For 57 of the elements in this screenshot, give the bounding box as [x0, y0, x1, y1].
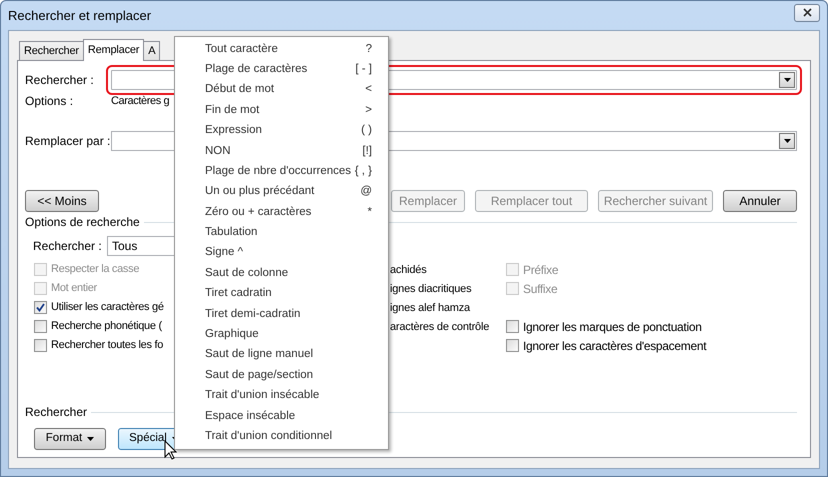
- dropdown-button[interactable]: [779, 133, 795, 149]
- caret-icon: [87, 437, 94, 441]
- checkbox-label: Ignorer les marques de ponctuation: [523, 318, 702, 336]
- menu-item[interactable]: Plage de nbre d'occurrences { , }: [175, 161, 388, 182]
- menu-item[interactable]: Zéro ou + caractères *: [175, 202, 388, 223]
- button[interactable]: Format: [34, 428, 106, 450]
- option-label: ignes diacritiques: [390, 283, 472, 296]
- menu-item[interactable]: NON [!]: [175, 140, 388, 162]
- menu-item[interactable]: Tout caractère ?: [175, 39, 388, 60]
- options-value: Caractères g: [111, 94, 170, 109]
- menu-item[interactable]: Saut de page/section: [175, 365, 388, 386]
- caret-icon: [784, 78, 790, 82]
- tab[interactable]: Rechercher: [19, 41, 84, 60]
- field-label: Options :: [25, 93, 74, 110]
- checkbox-label: Préfixe: [523, 262, 558, 278]
- tab[interactable]: A: [143, 41, 160, 60]
- tab[interactable]: Remplacer: [82, 39, 144, 61]
- checkmark-icon: [36, 303, 45, 312]
- checkbox[interactable]: [34, 320, 47, 333]
- field-label: Remplacer par :: [25, 133, 111, 150]
- menu-item[interactable]: Tiret cadratin: [175, 284, 388, 304]
- checkbox[interactable]: [34, 339, 47, 352]
- dropdown-button[interactable]: [779, 72, 795, 88]
- option-label: aractères de contrôle: [390, 321, 490, 334]
- menu-item[interactable]: Graphique: [175, 324, 388, 345]
- caret-icon: [784, 139, 790, 143]
- menu-item[interactable]: Expression ( ): [175, 120, 388, 141]
- option-label: achidés: [390, 264, 427, 276]
- menu-item[interactable]: Plage de caractères [ - ]: [175, 59, 388, 80]
- field-label: Rechercher :: [25, 72, 95, 89]
- group-title: Options de recherche: [25, 214, 140, 231]
- checkbox[interactable]: [506, 339, 519, 352]
- menu-item[interactable]: Saut de colonne: [175, 263, 388, 284]
- checkbox-label: Respecter la casse: [51, 262, 140, 278]
- checkbox-label: Utiliser les caractères gé: [51, 300, 164, 316]
- checkbox[interactable]: [34, 301, 47, 314]
- menu-item[interactable]: Un ou plus précédant @: [175, 182, 388, 202]
- checkbox-label: Recherche phonétique (: [51, 319, 162, 334]
- checkbox[interactable]: [506, 320, 519, 333]
- close-button[interactable]: [794, 4, 820, 22]
- menu-item[interactable]: Fin de mot >: [175, 100, 388, 121]
- menu-item[interactable]: Espace insécable: [175, 406, 388, 426]
- option-label: ignes alef hamza: [390, 302, 470, 314]
- menu-item[interactable]: Saut de ligne manuel: [175, 344, 388, 366]
- group-title: Rechercher: [25, 404, 88, 421]
- checkbox-label: Suffixe: [523, 280, 558, 298]
- checkbox-label: Rechercher toutes les fo: [51, 338, 164, 354]
- menu-item[interactable]: Début de mot <: [175, 80, 388, 100]
- menu-item[interactable]: Tiret demi-cadratin: [175, 304, 388, 324]
- checkbox-label: Ignorer les caractères d'espacement: [523, 338, 706, 354]
- field-label: Rechercher :: [33, 238, 103, 255]
- checkbox-label: Mot entier: [51, 281, 97, 296]
- window-title: Rechercher et remplacer: [8, 6, 152, 25]
- button[interactable]: << Moins: [25, 190, 99, 212]
- menu-item[interactable]: Trait d'union insécable: [175, 386, 388, 406]
- button[interactable]: Annuler: [723, 190, 797, 212]
- close-icon: [802, 8, 812, 17]
